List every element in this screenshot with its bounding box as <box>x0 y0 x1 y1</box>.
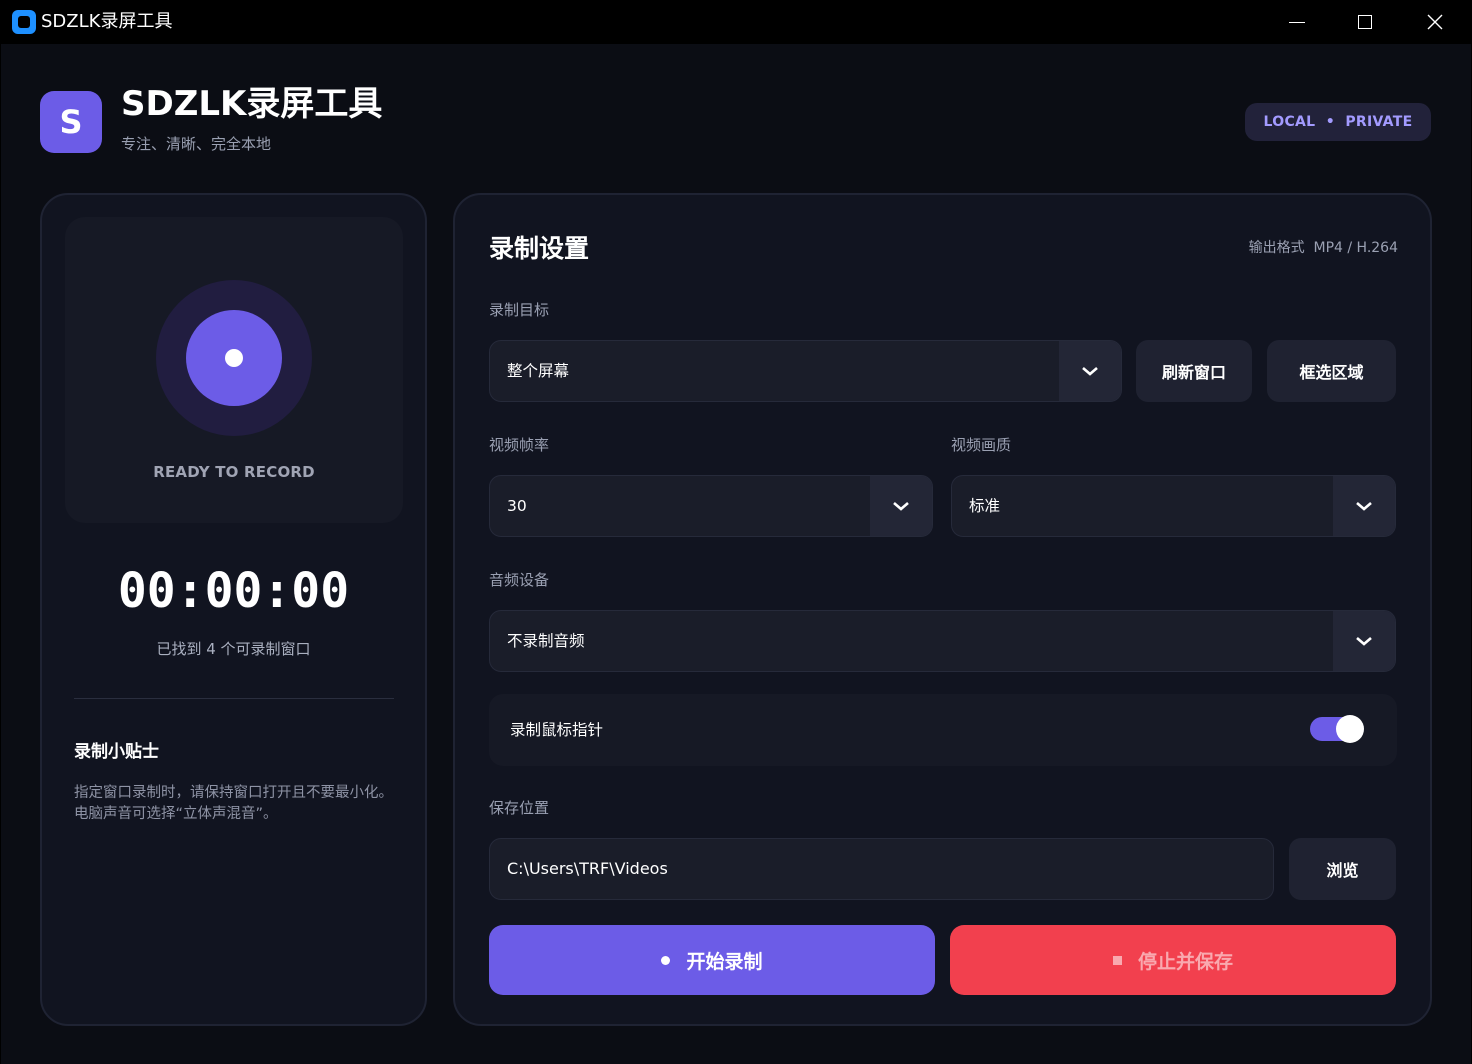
browse-button[interactable]: 浏览 <box>1289 838 1396 900</box>
cursor-label: 录制鼠标指针 <box>510 721 604 739</box>
chevron-down-icon[interactable] <box>1059 341 1121 401</box>
refresh-windows-button[interactable]: 刷新窗口 <box>1136 340 1252 402</box>
fps-label: 视频帧率 <box>489 436 550 454</box>
record-indicator-icon <box>156 280 312 436</box>
quality-label: 视频画质 <box>951 436 1012 454</box>
audio-label: 音频设备 <box>489 571 550 589</box>
settings-panel: 录制设置 输出格式 MP4 / H.264 录制目标 整个屏幕 刷新窗口 框选区… <box>453 193 1432 1026</box>
maximize-button[interactable] <box>1330 0 1400 44</box>
target-label: 录制目标 <box>489 301 550 319</box>
found-windows-text: 已找到 4 个可录制窗口 <box>156 640 311 658</box>
select-region-button[interactable]: 框选区域 <box>1267 340 1396 402</box>
close-icon <box>1427 14 1443 30</box>
tips-title: 录制小贴士 <box>74 742 159 762</box>
divider <box>74 698 394 699</box>
record-dot-icon <box>661 955 671 965</box>
main-window: S SDZLK录屏工具 专注、清晰、完全本地 LOCAL • PRIVATE R… <box>1 44 1471 1064</box>
quality-select[interactable]: 标准 <box>951 475 1396 537</box>
chevron-down-icon[interactable] <box>1333 476 1395 536</box>
fps-value: 30 <box>507 497 527 515</box>
audio-value: 不录制音频 <box>507 632 585 650</box>
chevron-down-icon[interactable] <box>1333 611 1395 671</box>
output-format: 输出格式 MP4 / H.264 <box>1248 240 1398 256</box>
toggle-knob <box>1336 715 1364 743</box>
title-bar: SDZLK录屏工具 <box>0 0 1472 44</box>
target-select[interactable]: 整个屏幕 <box>489 340 1122 402</box>
app-title: SDZLK录屏工具 <box>121 84 383 124</box>
settings-title: 录制设置 <box>489 234 590 263</box>
close-button[interactable] <box>1400 0 1470 44</box>
quality-value: 标准 <box>969 497 1001 515</box>
stop-save-label: 停止并保存 <box>1137 950 1233 973</box>
target-value: 整个屏幕 <box>507 362 570 380</box>
app-icon <box>12 10 36 34</box>
local-private-badge: LOCAL • PRIVATE <box>1245 103 1431 141</box>
save-label: 保存位置 <box>489 799 550 817</box>
chevron-down-icon[interactable] <box>870 476 932 536</box>
app-subtitle: 专注、清晰、完全本地 <box>121 135 272 153</box>
audio-select[interactable]: 不录制音频 <box>489 610 1396 672</box>
minimize-icon <box>1289 21 1305 23</box>
status-panel: READY TO RECORD 00:00:00 已找到 4 个可录制窗口 录制… <box>40 193 427 1026</box>
ready-status: READY TO RECORD <box>153 463 315 481</box>
fps-select[interactable]: 30 <box>489 475 933 537</box>
cursor-toggle[interactable] <box>1310 715 1364 743</box>
cursor-toggle-row: 录制鼠标指针 <box>489 694 1397 766</box>
stop-square-icon <box>1112 955 1122 965</box>
tips-text: 指定窗口录制时，请保持窗口打开且不要最小化。电脑声音可选择“立体声混音”。 <box>74 785 393 822</box>
record-timer: 00:00:00 <box>117 563 350 619</box>
brand-logo: S <box>40 91 102 153</box>
maximize-icon <box>1358 15 1372 29</box>
window-title: SDZLK录屏工具 <box>41 11 173 32</box>
stop-save-button[interactable]: 停止并保存 <box>950 925 1396 995</box>
save-path-input[interactable]: C:\Users\TRF\Videos <box>489 838 1274 900</box>
start-record-button[interactable]: 开始录制 <box>489 925 935 995</box>
minimize-button[interactable] <box>1262 0 1332 44</box>
record-preview: READY TO RECORD <box>65 217 403 523</box>
start-record-label: 开始录制 <box>686 950 763 973</box>
